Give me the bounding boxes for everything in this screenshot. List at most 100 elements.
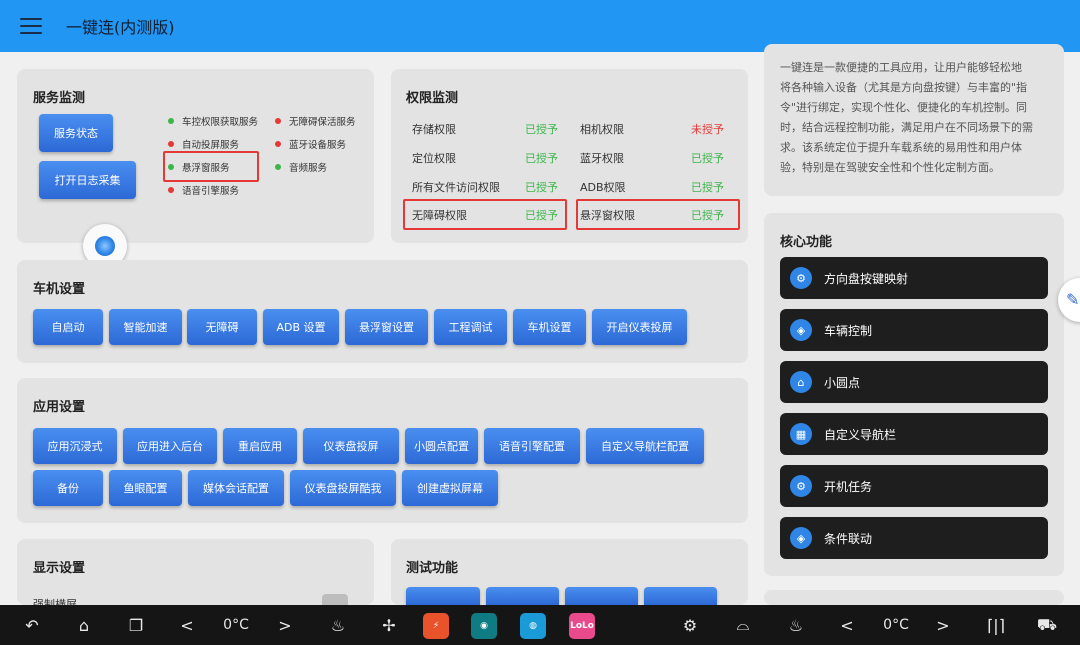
fisheye-config-button[interactable]: 鱼眼配置 bbox=[109, 470, 182, 506]
service-status-item: 无障碍保活服务 bbox=[275, 114, 356, 128]
test-button[interactable] bbox=[644, 587, 717, 605]
core-item-vehicle-control[interactable]: ◈ 车辆控制 bbox=[780, 309, 1048, 351]
service-status-item: 车控权限获取服务 bbox=[168, 114, 258, 128]
app-settings-title: 应用设置 bbox=[33, 400, 86, 415]
permission-label: 所有文件访问权限 bbox=[412, 181, 500, 194]
split-screen-icon[interactable]: ⌈|⌉ bbox=[984, 605, 1008, 645]
temp-right-increase-icon[interactable]: > bbox=[934, 605, 952, 645]
media-session-config-button[interactable]: 媒体会话配置 bbox=[188, 470, 284, 506]
app-description: 一键连是一款便捷的工具应用，让用户能够轻松地 将各种输入设备（尤其是方向盘按键）… bbox=[780, 61, 1033, 174]
backup-button[interactable]: 备份 bbox=[33, 470, 103, 506]
test-functions-title: 测试功能 bbox=[406, 561, 459, 576]
pencil-icon: ✎ bbox=[1066, 290, 1080, 309]
highlight-box bbox=[576, 199, 740, 230]
temp-left-decrease-icon[interactable]: < bbox=[178, 605, 196, 645]
gear-icon: ⚙ bbox=[790, 267, 812, 289]
smart-accel-button[interactable]: 智能加速 bbox=[109, 309, 182, 345]
status-dot-red bbox=[275, 141, 281, 147]
permission-monitor-title: 权限监测 bbox=[406, 91, 459, 106]
car-icon: ◈ bbox=[790, 527, 812, 549]
home-icon: ⌂ bbox=[790, 371, 812, 393]
app-tile-teal-icon[interactable]: ◉ bbox=[471, 613, 497, 639]
lower-right-card bbox=[764, 590, 1064, 605]
force-landscape-label: 强制横屏 bbox=[33, 598, 77, 605]
highlight-box bbox=[163, 151, 259, 182]
service-status-item: 蓝牙设备服务 bbox=[275, 137, 346, 151]
dot-config-button[interactable]: 小圆点配置 bbox=[405, 428, 478, 464]
autostart-button[interactable]: 自启动 bbox=[33, 309, 103, 345]
app-tile-blue-icon[interactable]: ◍ bbox=[520, 613, 546, 639]
restart-app-button[interactable]: 重启应用 bbox=[223, 428, 297, 464]
app-tile-grid-icon[interactable] bbox=[626, 614, 650, 638]
fan-icon[interactable]: ✢ bbox=[377, 605, 401, 645]
temp-left-increase-icon[interactable]: > bbox=[276, 605, 294, 645]
service-status-button[interactable]: 服务状态 bbox=[39, 114, 113, 152]
status-dot-red bbox=[168, 141, 174, 147]
car-settings-title: 车机设置 bbox=[33, 282, 86, 297]
permission-status: 已授予 bbox=[691, 181, 724, 194]
voice-engine-config-button[interactable]: 语音引擎配置 bbox=[484, 428, 580, 464]
permission-label: 蓝牙权限 bbox=[580, 152, 624, 165]
back-icon[interactable]: ↶ bbox=[20, 605, 44, 645]
status-dot-red bbox=[275, 118, 281, 124]
seat-heat-right-icon[interactable]: ♨ bbox=[784, 605, 808, 645]
floating-window-settings-button[interactable]: 悬浮窗设置 bbox=[345, 309, 428, 345]
service-status-item: 自动投屏服务 bbox=[168, 137, 239, 151]
service-status-item: 语音引擎服务 bbox=[168, 183, 239, 197]
permission-label: 存储权限 bbox=[412, 123, 456, 136]
core-item-small-dot[interactable]: ⌂ 小圆点 bbox=[780, 361, 1048, 403]
permission-label: 定位权限 bbox=[412, 152, 456, 165]
dashboard-cast-kuwo-button[interactable]: 仪表盘投屏酷我 bbox=[290, 470, 396, 506]
grid-icon: ▦ bbox=[790, 423, 812, 445]
gear-icon: ⚙ bbox=[790, 475, 812, 497]
page-title: 一键连(内测版) bbox=[66, 18, 175, 37]
home-icon[interactable]: ⌂ bbox=[72, 605, 96, 645]
core-item-boot-task[interactable]: ⚙ 开机任务 bbox=[780, 465, 1048, 507]
car-icon: ◈ bbox=[790, 319, 812, 341]
status-dot-green bbox=[275, 164, 281, 170]
permission-status: 已授予 bbox=[525, 123, 558, 136]
background-button[interactable]: 应用进入后台 bbox=[123, 428, 217, 464]
instrument-cast-button[interactable]: 开启仪表投屏 bbox=[592, 309, 687, 345]
create-virtual-screen-button[interactable]: 创建虚拟屏幕 bbox=[402, 470, 498, 506]
engineering-debug-button[interactable]: 工程调试 bbox=[434, 309, 507, 345]
seat-heat-icon[interactable]: ♨ bbox=[326, 605, 350, 645]
permission-status: 已授予 bbox=[525, 152, 558, 165]
temp-right-decrease-icon[interactable]: < bbox=[838, 605, 856, 645]
car-settings-button[interactable]: 车机设置 bbox=[513, 309, 586, 345]
car-icon[interactable]: ⛟ bbox=[1034, 605, 1060, 645]
core-item-steering-mapping[interactable]: ⚙ 方向盘按键映射 bbox=[780, 257, 1048, 299]
custom-navbar-config-button[interactable]: 自定义导航栏配置 bbox=[586, 428, 704, 464]
core-item-custom-navbar[interactable]: ▦ 自定义导航栏 bbox=[780, 413, 1048, 455]
display-settings-title: 显示设置 bbox=[33, 561, 86, 576]
service-status-item: 音频服务 bbox=[275, 160, 327, 174]
immersive-button[interactable]: 应用沉浸式 bbox=[33, 428, 117, 464]
dashboard-cast-button[interactable]: 仪表盘投屏 bbox=[303, 428, 399, 464]
adb-settings-button[interactable]: ADB 设置 bbox=[263, 309, 339, 345]
test-button[interactable] bbox=[565, 587, 638, 605]
permission-status: 已授予 bbox=[525, 181, 558, 194]
permission-status: 已授予 bbox=[691, 152, 724, 165]
status-dot-red bbox=[168, 187, 174, 193]
defrost-icon[interactable]: ⌓ bbox=[730, 605, 756, 645]
test-button[interactable] bbox=[406, 587, 480, 605]
status-dot-green bbox=[168, 118, 174, 124]
permission-label: ADB权限 bbox=[580, 181, 626, 194]
settings-icon[interactable]: ⚙ bbox=[678, 605, 702, 645]
toggle-switch[interactable] bbox=[322, 594, 348, 605]
open-log-button[interactable]: 打开日志采集 bbox=[39, 161, 136, 199]
core-item-conditional-link[interactable]: ◈ 条件联动 bbox=[780, 517, 1048, 559]
temperature-right: 0°C bbox=[883, 617, 909, 633]
permission-status: 未授予 bbox=[691, 123, 724, 136]
accessibility-button[interactable]: 无障碍 bbox=[187, 309, 257, 345]
recents-icon[interactable]: ❐ bbox=[124, 605, 148, 645]
dot-icon bbox=[95, 236, 115, 256]
temperature-left: 0°C bbox=[223, 617, 249, 633]
menu-icon[interactable] bbox=[20, 18, 42, 34]
app-tile-orange-icon[interactable]: ⚡ bbox=[423, 613, 449, 639]
test-button[interactable] bbox=[486, 587, 559, 605]
service-monitor-title: 服务监测 bbox=[33, 91, 86, 106]
app-tile-lolo-icon[interactable]: LoLo bbox=[569, 613, 595, 639]
permission-label: 相机权限 bbox=[580, 123, 624, 136]
core-functions-title: 核心功能 bbox=[780, 235, 833, 250]
